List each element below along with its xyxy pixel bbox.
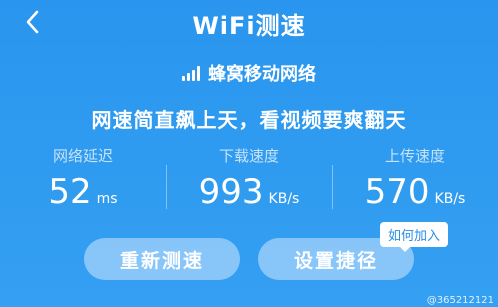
upload-unit: KB/s: [434, 191, 466, 207]
top-bar: WiFi测速: [0, 0, 498, 44]
retest-button[interactable]: 重新测速: [84, 238, 240, 280]
watermark: @365212121: [426, 295, 494, 306]
speed-metrics: 网络延迟 52 ms 下载速度 993 KB/s 上传速度 570 KB/s: [0, 145, 498, 215]
speed-slogan: 网速简直飙上天，看视频要爽翻天: [91, 108, 407, 132]
latency-value: 52: [48, 172, 92, 212]
network-type-label: 蜂窝移动网络: [208, 64, 316, 85]
download-value: 993: [198, 172, 264, 212]
latency-label: 网络延迟: [52, 147, 113, 165]
network-type: 蜂窝移动网络: [0, 60, 498, 86]
how-to-add-tooltip[interactable]: 如何加入: [380, 222, 449, 252]
upload-value: 570: [364, 172, 430, 212]
download-unit: KB/s: [268, 191, 300, 207]
download-metric: 下载速度 993 KB/s: [166, 145, 332, 212]
latency-metric: 网络延迟 52 ms: [0, 145, 166, 212]
download-label: 下载速度: [218, 147, 279, 165]
latency-unit: ms: [96, 191, 118, 207]
page-title: WiFi测速: [192, 12, 306, 40]
cellular-signal-icon: [182, 65, 200, 81]
upload-metric: 上传速度 570 KB/s: [332, 145, 498, 212]
upload-label: 上传速度: [384, 147, 445, 165]
